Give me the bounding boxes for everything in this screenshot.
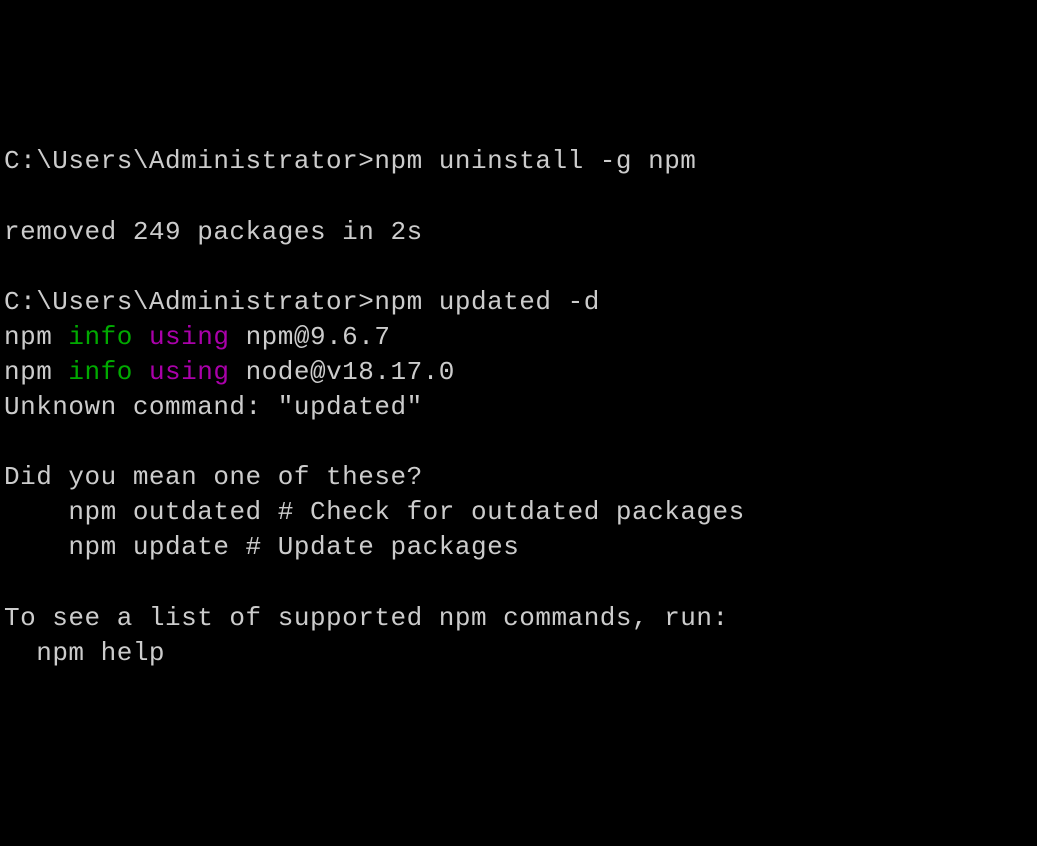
terminal-line: removed 249 packages in 2s (4, 215, 1033, 250)
terminal-segment: npm (4, 322, 68, 352)
terminal-line (4, 179, 1033, 214)
terminal-line (4, 425, 1033, 460)
terminal-line: C:\Users\Administrator>npm updated -d (4, 285, 1033, 320)
terminal-segment (133, 357, 149, 387)
terminal-line (4, 566, 1033, 601)
terminal-line: To see a list of supported npm commands,… (4, 601, 1033, 636)
terminal-segment: npm@9.6.7 (229, 322, 390, 352)
terminal-line: Did you mean one of these? (4, 460, 1033, 495)
terminal-line: Unknown command: "updated" (4, 390, 1033, 425)
terminal-segment: npm (4, 357, 68, 387)
terminal-segment: npm outdated # Check for outdated packag… (4, 497, 745, 527)
terminal-segment: C:\Users\Administrator> (4, 146, 374, 176)
terminal-segment: npm updated -d (374, 287, 599, 317)
terminal-segment: npm help (4, 638, 165, 668)
terminal-segment: npm uninstall -g npm (374, 146, 696, 176)
terminal-segment: using (149, 357, 230, 387)
terminal-segment: Unknown command: "updated" (4, 392, 423, 422)
terminal-segment: C:\Users\Administrator> (4, 287, 374, 317)
terminal-output[interactable]: C:\Users\Administrator>npm uninstall -g … (4, 144, 1033, 670)
terminal-segment: removed 249 packages in 2s (4, 217, 423, 247)
terminal-line: npm info using node@v18.17.0 (4, 355, 1033, 390)
terminal-segment (133, 322, 149, 352)
terminal-segment: node@v18.17.0 (229, 357, 454, 387)
terminal-segment: using (149, 322, 230, 352)
terminal-line: npm help (4, 636, 1033, 671)
terminal-segment: info (68, 357, 132, 387)
terminal-segment: To see a list of supported npm commands,… (4, 603, 729, 633)
terminal-line: C:\Users\Administrator>npm uninstall -g … (4, 144, 1033, 179)
terminal-segment: info (68, 322, 132, 352)
terminal-line (4, 250, 1033, 285)
terminal-line: npm info using npm@9.6.7 (4, 320, 1033, 355)
terminal-line: npm outdated # Check for outdated packag… (4, 495, 1033, 530)
terminal-line: npm update # Update packages (4, 530, 1033, 565)
terminal-segment: Did you mean one of these? (4, 462, 423, 492)
terminal-segment: npm update # Update packages (4, 532, 519, 562)
